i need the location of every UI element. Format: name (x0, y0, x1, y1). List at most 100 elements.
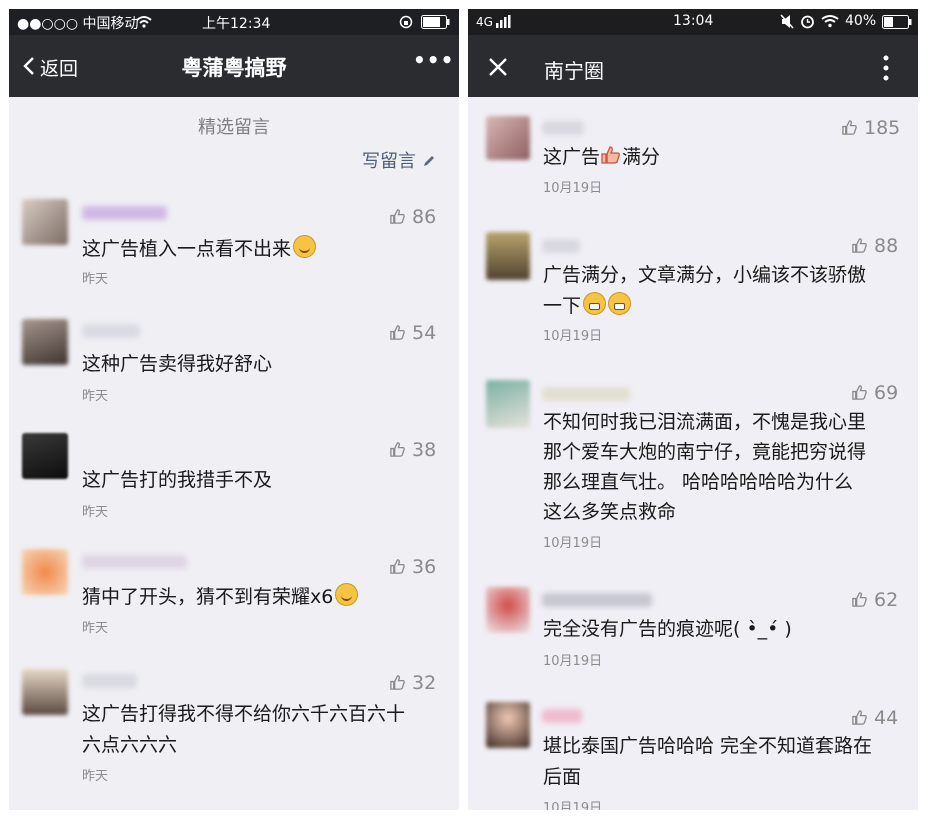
comment-text-line4: 这么多笑点救命 (543, 501, 677, 523)
right-screenshot: 4G 13:04 40% 南宁圈 185 这广告 满分 10月19日 88 广告… (468, 9, 918, 810)
avatar (22, 549, 68, 595)
thumbs-up-icon (390, 442, 405, 457)
avatar (22, 199, 68, 245)
avatar (486, 380, 530, 428)
pencil-icon (423, 156, 434, 166)
thumbs-up-icon (390, 209, 405, 224)
carrier-label: ●●○○○ 中国移动 (17, 16, 139, 32)
thumbs-up-icon (842, 120, 857, 135)
like-count: 32 (412, 672, 437, 694)
alarm-icon (801, 15, 814, 29)
username-blurred (542, 121, 584, 135)
more-button[interactable]: ••• (413, 48, 454, 72)
page-title: 南宁圈 (544, 59, 604, 83)
close-icon[interactable] (488, 57, 508, 77)
thumbs-up-icon (852, 238, 867, 253)
like-button[interactable]: 38 (389, 439, 436, 461)
battery-icon (882, 15, 912, 29)
comment-text-line2: 六点六六六 (82, 734, 178, 756)
like-button[interactable]: 62 (851, 589, 898, 611)
like-button[interactable]: 36 (389, 556, 436, 578)
battery-percent: 40% (845, 13, 877, 29)
like-button[interactable]: 88 (851, 235, 898, 257)
username-blurred (82, 555, 187, 569)
comment-time: 10月19日 (543, 536, 603, 551)
like-count: 86 (412, 206, 437, 228)
avatar (22, 669, 68, 715)
rotation-lock-icon (399, 15, 413, 29)
grin-emoji-icon (583, 292, 607, 315)
status-time: 上午12:34 (202, 16, 271, 32)
comment-time: 昨天 (82, 769, 109, 784)
comment-text: 堪比泰国广告哈哈哈 完全不知道套路在 (543, 735, 873, 757)
nav-bar: 返回 粤蒲粤搞野 ••• (9, 35, 459, 97)
username-blurred (82, 324, 140, 338)
smile-emoji-icon (293, 235, 317, 258)
thumbs-up-icon (390, 325, 405, 340)
username-blurred (542, 239, 580, 253)
like-button[interactable]: 86 (389, 206, 436, 228)
thumbs-up-icon (390, 675, 405, 690)
write-comment-button[interactable]: 写留言 (362, 147, 436, 173)
avatar (486, 116, 530, 160)
comment-text: 广告满分，文章满分，小编该不该骄傲 (543, 264, 867, 286)
status-time: 13:04 (673, 13, 714, 29)
comment-text: 这广告 满分 (543, 146, 661, 168)
wifi-icon (136, 16, 152, 28)
like-count: 69 (874, 382, 899, 404)
comment-time: 10月19日 (543, 801, 603, 810)
comment-time: 10月19日 (543, 181, 603, 196)
comment-text: 这广告打得我不得不给你六千六百六十 (82, 703, 406, 725)
comment-text-line2: 一下 (543, 291, 632, 322)
username-blurred (82, 674, 137, 688)
username-blurred (82, 206, 167, 220)
nav-bar: 南宁圈 (468, 35, 918, 97)
thumbs-up-icon (852, 710, 867, 725)
comment-text: 完全没有广告的痕迹呢( •̀_•́ ) (543, 618, 792, 640)
comment-text: 这种广告卖得我好舒心 (82, 353, 273, 375)
username-blurred (542, 387, 630, 401)
comment-text-line2: 后面 (543, 766, 582, 788)
comment-time: 10月19日 (543, 329, 603, 344)
comment-text: 不知何时我已泪流满面，不愧是我心里 (543, 411, 867, 433)
like-button[interactable]: 44 (851, 707, 898, 729)
like-button[interactable]: 69 (851, 382, 898, 404)
like-count: 185 (864, 117, 901, 139)
signal-icon (496, 15, 511, 28)
comment-time: 昨天 (82, 505, 109, 520)
thumbs-up-icon (390, 559, 405, 574)
avatar (486, 587, 530, 633)
status-bar: 4G 13:04 40% (468, 9, 918, 35)
section-title: 精选留言 (198, 117, 270, 138)
page-title: 粤蒲粤搞野 (181, 56, 287, 80)
left-screenshot: ●●○○○ 中国移动 上午12:34 返回 粤蒲粤搞野 ••• 精选留言 写留言 (9, 9, 459, 810)
like-button[interactable]: 32 (389, 672, 436, 694)
comment-text: 这广告植入一点看不出来 (82, 234, 317, 265)
comment-text: 猜中了开头，猜不到有荣耀x6 (82, 582, 359, 613)
avatar (486, 702, 530, 748)
comment-time: 10月19日 (543, 654, 603, 669)
like-count: 36 (412, 556, 437, 578)
grin-emoji-icon (608, 292, 632, 315)
like-button[interactable]: 185 (841, 117, 900, 139)
laughing-emoji-icon (335, 583, 359, 606)
like-button[interactable]: 54 (389, 322, 436, 344)
like-count: 38 (412, 439, 437, 461)
avatar (22, 319, 68, 365)
username-blurred (542, 593, 652, 607)
more-vertical-icon[interactable] (883, 55, 889, 81)
status-bar: ●●○○○ 中国移动 上午12:34 (9, 9, 459, 35)
comment-time: 昨天 (82, 621, 109, 636)
comment-text-line2: 那个爱车大炮的南宁仔，竟能把穷说得 (543, 441, 867, 463)
like-count: 62 (874, 589, 899, 611)
write-comment-label: 写留言 (362, 151, 416, 172)
like-count: 88 (874, 235, 899, 257)
wifi-icon (821, 15, 839, 28)
thumbs-up-emoji-icon (601, 146, 620, 164)
comment-time: 昨天 (82, 272, 109, 287)
thumbs-up-icon (852, 385, 867, 400)
comment-time: 昨天 (82, 389, 109, 404)
avatar (486, 232, 530, 280)
battery-icon (421, 15, 450, 29)
comment-text: 这广告打的我措手不及 (82, 469, 273, 491)
